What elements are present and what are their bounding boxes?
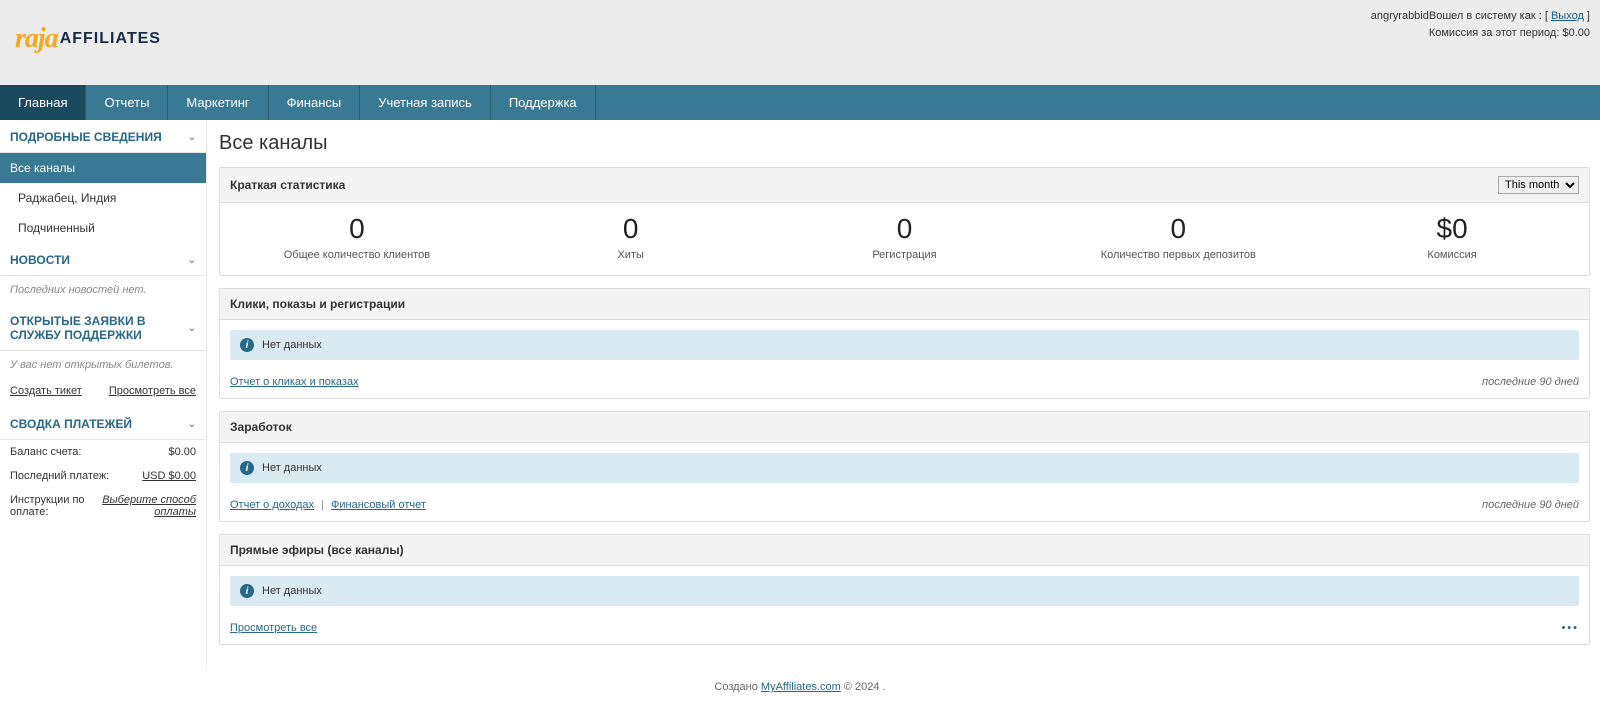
earnings-panel-title: Заработок [230, 420, 292, 434]
info-icon: i [240, 338, 254, 352]
chevron-down-icon: ⌄ [188, 323, 196, 334]
finance-report-link[interactable]: Финансовый отчет [331, 499, 426, 511]
stat-label: Хиты [494, 249, 768, 261]
chevron-down-icon: ⌄ [188, 132, 196, 143]
create-ticket-link[interactable]: Создать тикет [10, 385, 82, 397]
no-data-text: Нет данных [262, 585, 322, 597]
page-title: Все каналы [219, 132, 1590, 155]
earnings-panel: Заработок i Нет данных Отчет о доходах |… [219, 411, 1590, 522]
nav-support[interactable]: Поддержка [491, 85, 596, 120]
stat-label: Количество первых депозитов [1041, 249, 1315, 261]
period-hint: последние 90 дней [1482, 376, 1579, 388]
live-panel: Прямые эфиры (все каналы) i Нет данных П… [219, 534, 1590, 645]
view-all-tickets-link[interactable]: Просмотреть все [109, 385, 196, 397]
period-select[interactable]: This month [1498, 176, 1579, 194]
no-data-text: Нет данных [262, 339, 322, 351]
footer-year: © 2024 . [844, 681, 886, 693]
stat-hits: 0 Хиты [494, 203, 768, 275]
last-payment-link[interactable]: USD $0.00 [142, 470, 196, 482]
period-hint: последние 90 дней [1482, 499, 1579, 511]
clicks-panel-title: Клики, показы и регистрации [230, 297, 405, 311]
commission-label: Комиссия за этот период: [1429, 27, 1560, 39]
chevron-down-icon: ⌄ [188, 255, 196, 266]
quick-stats-title: Краткая статистика [230, 178, 345, 192]
view-all-link[interactable]: Просмотреть все [230, 622, 317, 634]
chevron-down-icon: ⌄ [188, 419, 196, 430]
no-data-message: i Нет данных [230, 330, 1579, 360]
nav-marketing[interactable]: Маркетинг [168, 85, 268, 120]
footer-link[interactable]: MyAffiliates.com [761, 681, 841, 693]
info-icon: i [240, 461, 254, 475]
sidebar-details-header[interactable]: ПОДРОБНЫЕ СВЕДЕНИЯ ⌄ [0, 120, 206, 153]
clicks-report-link[interactable]: Отчет о кликах и показах [230, 376, 359, 388]
no-data-message: i Нет данных [230, 576, 1579, 606]
sidebar-tickets-header[interactable]: ОТКРЫТЫЕ ЗАЯВКИ В СЛУЖБУ ПОДДЕРЖКИ ⌄ [0, 304, 206, 351]
balance-label: Баланс счета: [10, 446, 81, 458]
sidebar-payments-header[interactable]: СВОДКА ПЛАТЕЖЕЙ ⌄ [0, 407, 206, 440]
topbar: raja AFFILIATES angryrabbidВошел в систе… [0, 0, 1600, 85]
sidebar-payments-title: СВОДКА ПЛАТЕЖЕЙ [10, 417, 132, 431]
footer-created-by: Создано [714, 681, 757, 693]
stat-ftd: 0 Количество первых депозитов [1041, 203, 1315, 275]
payment-instr-label: Инструкции по оплате: [10, 494, 96, 518]
stat-value: 0 [1041, 215, 1315, 243]
page-footer: Создано MyAffiliates.com © 2024 . [0, 667, 1600, 713]
live-panel-title: Прямые эфиры (все каналы) [230, 543, 404, 557]
stat-value: $0 [1315, 215, 1589, 243]
sidebar-news-header[interactable]: НОВОСТИ ⌄ [0, 243, 206, 276]
sidebar-tickets-title: ОТКРЫТЫЕ ЗАЯВКИ В СЛУЖБУ ПОДДЕРЖКИ [10, 314, 188, 342]
sidebar-item-all-channels[interactable]: Все каналы [0, 153, 206, 183]
nav-finance[interactable]: Финансы [269, 85, 361, 120]
sidebar-item-sub[interactable]: Подчиненный [0, 213, 206, 243]
stat-commission: $0 Комиссия [1315, 203, 1589, 275]
stat-label: Регистрация [768, 249, 1042, 261]
stat-value: 0 [220, 215, 494, 243]
sidebar-item-rajabets[interactable]: Раджабец, Индия [0, 183, 206, 213]
commission-value: $0.00 [1562, 27, 1590, 39]
stat-customers: 0 Общее количество клиентов [220, 203, 494, 275]
logout-link[interactable]: Выход [1551, 10, 1584, 22]
sidebar-news-empty: Последних новостей нет. [0, 276, 206, 304]
stat-label: Общее количество клиентов [220, 249, 494, 261]
logged-in-label: Вошел в систему как : [1429, 10, 1542, 22]
nav-account[interactable]: Учетная запись [360, 85, 491, 120]
earnings-report-link[interactable]: Отчет о доходах [230, 499, 314, 511]
sidebar-tickets-empty: У вас нет открытых билетов. [0, 351, 206, 379]
balance-value: $0.00 [168, 446, 196, 458]
sidebar-news-title: НОВОСТИ [10, 253, 70, 267]
more-options-button[interactable]: ••• [1561, 622, 1579, 634]
sidebar-details-title: ПОДРОБНЫЕ СВЕДЕНИЯ [10, 130, 162, 144]
stat-value: 0 [768, 215, 1042, 243]
nav-reports[interactable]: Отчеты [86, 85, 168, 120]
stat-registrations: 0 Регистрация [768, 203, 1042, 275]
main-content: Все каналы Краткая статистика This month… [207, 120, 1600, 667]
last-payment-label: Последний платеж: [10, 470, 109, 482]
stat-label: Комиссия [1315, 249, 1589, 261]
stat-value: 0 [494, 215, 768, 243]
no-data-text: Нет данных [262, 462, 322, 474]
logo-affiliates: AFFILIATES [60, 30, 161, 48]
main-nav: Главная Отчеты Маркетинг Финансы Учетная… [0, 85, 1600, 120]
user-block: angryrabbidВошел в систему как : [ Выход… [1371, 8, 1590, 41]
quick-stats-panel: Краткая статистика This month 0 Общее ко… [219, 167, 1590, 276]
clicks-panel: Клики, показы и регистрации i Нет данных… [219, 288, 1590, 399]
info-icon: i [240, 584, 254, 598]
no-data-message: i Нет данных [230, 453, 1579, 483]
nav-home[interactable]: Главная [0, 85, 86, 120]
user-name: angryrabbid [1371, 10, 1429, 22]
logo-raja: raja [15, 23, 58, 55]
brand-logo[interactable]: raja AFFILIATES [15, 23, 161, 55]
sidebar: ПОДРОБНЫЕ СВЕДЕНИЯ ⌄ Все каналы Раджабец… [0, 120, 207, 667]
choose-payment-link[interactable]: Выберите способ оплаты [96, 494, 196, 518]
